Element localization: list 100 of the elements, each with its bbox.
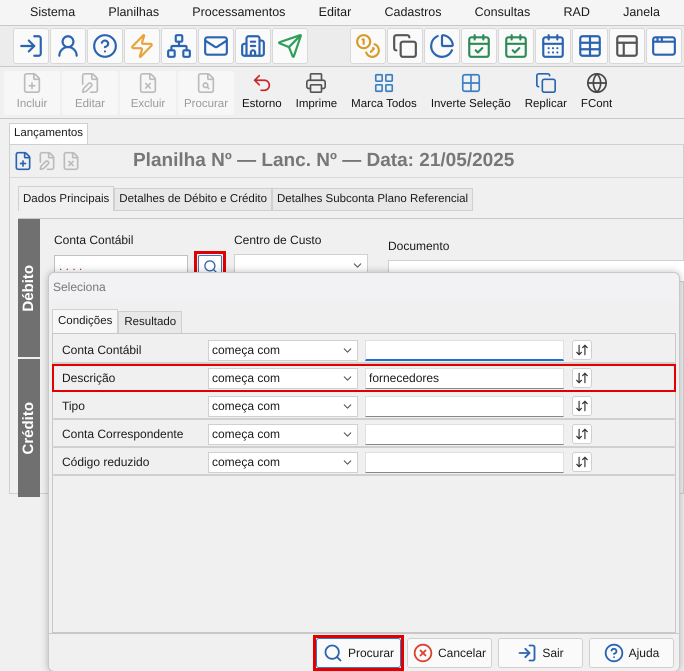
search-icon [322, 642, 343, 662]
menu-item[interactable]: Janela [623, 3, 660, 22]
toolbar-button[interactable] [461, 28, 497, 64]
edit-file-icon [79, 72, 101, 94]
dialog-button[interactable]: Sair [498, 638, 583, 668]
operator-dropdown[interactable]: começa com [208, 396, 358, 417]
toolbar-button[interactable]: FCont [574, 70, 618, 114]
grid-icon [372, 72, 395, 94]
value-field[interactable] [365, 452, 564, 473]
search-file-icon [195, 72, 217, 94]
header-title: Planilha Nº — Lanc. Nº — Data: 21/05/2025 [133, 148, 514, 173]
toolbar-button[interactable] [161, 28, 197, 64]
tab[interactable]: Detalhes Subconta Plano Referencial [272, 188, 474, 212]
condition-label: Conta Correspondente [62, 426, 184, 444]
toolbar-button[interactable] [535, 28, 571, 64]
help-icon [604, 642, 624, 662]
value-field[interactable] [365, 424, 564, 445]
menu-item[interactable]: Cadastros [384, 3, 442, 22]
calendar-check-icon [503, 33, 529, 59]
toolbar-button[interactable]: Imprime [290, 70, 344, 114]
tab[interactable]: Condições [52, 309, 118, 334]
dialog-button[interactable]: Procurar [316, 638, 401, 668]
document-tab[interactable]: Lançamentos [9, 123, 88, 144]
search-icon [202, 258, 218, 274]
calendar-icon [540, 33, 566, 59]
toolbar-button[interactable] [572, 28, 608, 64]
toolbar-button[interactable]: Marca Todos [345, 70, 423, 114]
sort-button[interactable] [572, 452, 592, 472]
coins-icon [355, 33, 381, 59]
delete-file-icon [137, 72, 159, 94]
tab[interactable]: Detalhes de Débito e Crédito [114, 188, 272, 212]
table-icon [577, 33, 603, 59]
toolbar-button[interactable] [50, 28, 86, 64]
sort-button[interactable] [572, 424, 592, 444]
toolbar-button[interactable] [87, 28, 123, 64]
globe-icon [586, 72, 608, 94]
toolbar-button[interactable] [235, 28, 271, 64]
toolbar-button[interactable]: Inverte Seleção [424, 70, 517, 114]
documents-icon [392, 33, 418, 59]
sort-icon [575, 427, 589, 442]
toolbar-button[interactable] [498, 28, 534, 64]
send-icon [277, 33, 303, 59]
building-icon [240, 33, 266, 59]
sort-button[interactable] [572, 340, 592, 360]
condition-label: Tipo [62, 398, 86, 416]
exit-icon [18, 33, 44, 59]
condition-label: Código reduzido [62, 454, 150, 472]
help-icon [92, 33, 118, 59]
tab[interactable]: Dados Principais [18, 186, 114, 212]
toolbar-button[interactable] [646, 28, 682, 64]
windows-icon [614, 33, 640, 59]
calendar-check-icon [466, 33, 492, 59]
sort-button[interactable] [572, 396, 592, 416]
toolbar-button[interactable] [272, 28, 308, 64]
menu-item[interactable]: Planilhas [108, 3, 160, 22]
dialog-title: Seleciona [53, 279, 106, 296]
toolbar-button[interactable] [198, 28, 234, 64]
menu-item[interactable]: Consultas [474, 3, 530, 22]
value-field[interactable] [365, 340, 564, 361]
lightning-icon [129, 33, 155, 59]
sort-button[interactable] [572, 368, 592, 388]
flowchart-icon [166, 33, 192, 59]
printer-icon [305, 72, 328, 94]
exit-icon [517, 642, 538, 662]
sort-icon [575, 343, 589, 358]
operator-dropdown[interactable]: começa com [208, 452, 358, 473]
field-label: Documento [388, 238, 450, 256]
pie-chart-icon [429, 33, 455, 59]
menu-item[interactable]: Sistema [30, 3, 76, 22]
toolbar-button[interactable] [387, 28, 423, 64]
new-file-icon[interactable] [13, 151, 33, 171]
condition-label: Descrição [62, 370, 116, 388]
menu-item[interactable]: RAD [563, 3, 590, 22]
side-label: Débito [18, 264, 38, 312]
dialog-button[interactable]: Cancelar [407, 638, 492, 668]
value-field[interactable] [365, 396, 564, 417]
toolbar-button[interactable] [609, 28, 645, 64]
menu-item[interactable]: Processamentos [192, 3, 286, 22]
toolbar-button[interactable] [13, 28, 49, 64]
copy-icon [534, 72, 557, 94]
toolbar-button[interactable]: Replicar [518, 70, 573, 114]
field-label: Centro de Custo [234, 232, 322, 250]
sort-icon [575, 399, 589, 414]
field-label: Conta Contábil [54, 232, 134, 250]
toolbar-button[interactable]: Estorno [236, 70, 288, 114]
menu-item[interactable]: Editar [318, 3, 352, 22]
cancel-icon [412, 642, 433, 662]
condition-label: Conta Contábil [62, 342, 142, 360]
operator-dropdown[interactable]: começa com [208, 368, 358, 389]
value-field[interactable]: fornecedores [365, 368, 564, 389]
tab[interactable]: Resultado [118, 311, 182, 334]
operator-dropdown[interactable]: começa com [208, 340, 358, 361]
toolbar-button[interactable] [424, 28, 460, 64]
sort-icon [575, 371, 589, 386]
new-file-icon [21, 72, 43, 94]
operator-dropdown[interactable]: começa com [208, 424, 358, 445]
sort-icon [575, 455, 589, 470]
grid-icon [460, 72, 482, 94]
side-label: Crédito [18, 402, 38, 454]
dialog-button[interactable]: Ajuda [589, 638, 674, 668]
